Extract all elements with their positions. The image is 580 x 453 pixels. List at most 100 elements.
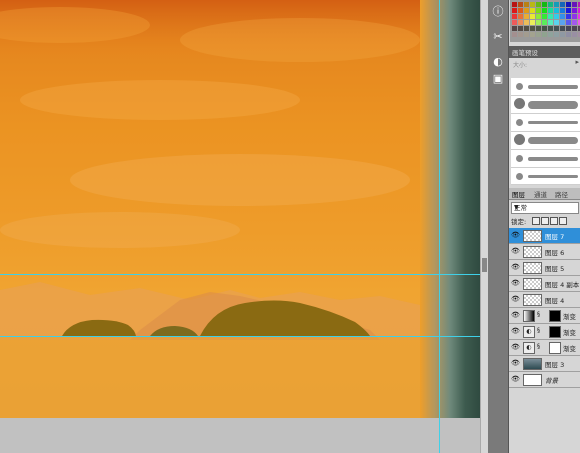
color-swatch[interactable]	[560, 8, 565, 13]
lock-position-icon[interactable]	[550, 217, 558, 225]
color-swatch[interactable]	[530, 26, 535, 31]
color-swatch[interactable]	[554, 32, 559, 37]
color-swatch[interactable]	[530, 8, 535, 13]
color-swatch[interactable]	[530, 20, 535, 25]
color-swatch[interactable]	[566, 2, 571, 7]
layer-row[interactable]: 👁 图层 6	[509, 244, 580, 260]
color-swatch[interactable]	[536, 32, 541, 37]
color-swatch[interactable]	[518, 8, 523, 13]
lock-transparency-icon[interactable]	[532, 217, 540, 225]
layer-row[interactable]: 👁 ◐ § 渐变	[509, 340, 580, 356]
brush-preset[interactable]	[511, 96, 580, 114]
color-swatch[interactable]	[554, 8, 559, 13]
color-swatch[interactable]	[572, 2, 577, 7]
layer-row[interactable]: 👁 图层 7	[509, 228, 580, 244]
visibility-eye-icon[interactable]: 👁	[511, 279, 520, 287]
color-swatch[interactable]	[512, 32, 517, 37]
color-swatch[interactable]	[554, 26, 559, 31]
color-swatch[interactable]	[548, 26, 553, 31]
color-swatch[interactable]	[512, 8, 517, 13]
color-swatch[interactable]	[566, 14, 571, 19]
color-swatch[interactable]	[566, 26, 571, 31]
color-swatch[interactable]	[536, 2, 541, 7]
color-swatch[interactable]	[530, 32, 535, 37]
layer-row[interactable]: 👁 § 渐变	[509, 308, 580, 324]
palette-icon[interactable]: ◐	[491, 55, 505, 69]
color-swatch[interactable]	[560, 20, 565, 25]
color-swatch[interactable]	[566, 32, 571, 37]
color-swatch[interactable]	[518, 2, 523, 7]
brush-preset[interactable]	[511, 132, 580, 150]
brush-preset[interactable]	[511, 150, 580, 168]
color-swatch[interactable]	[548, 8, 553, 13]
layer-row[interactable]: 👁 图层 4	[509, 292, 580, 308]
visibility-eye-icon[interactable]: 👁	[511, 247, 520, 255]
color-swatch[interactable]	[518, 14, 523, 19]
color-swatch[interactable]	[554, 14, 559, 19]
color-swatch[interactable]	[524, 2, 529, 7]
tab-channels[interactable]: 通道	[534, 189, 547, 199]
color-swatch[interactable]	[512, 14, 517, 19]
visibility-eye-icon[interactable]: 👁	[511, 311, 520, 319]
tab-paths[interactable]: 路径	[555, 189, 568, 199]
visibility-eye-icon[interactable]: 👁	[511, 263, 520, 271]
tab-layers[interactable]: 图层	[512, 189, 525, 199]
color-swatch[interactable]	[542, 14, 547, 19]
color-swatch[interactable]	[548, 20, 553, 25]
layer-row[interactable]: 👁 图层 5	[509, 260, 580, 276]
color-swatch[interactable]	[560, 26, 565, 31]
color-swatch[interactable]	[542, 32, 547, 37]
color-swatch[interactable]	[560, 32, 565, 37]
lock-all-icon[interactable]	[559, 217, 567, 225]
color-swatch[interactable]	[572, 32, 577, 37]
color-swatch[interactable]	[536, 8, 541, 13]
color-swatch[interactable]	[518, 32, 523, 37]
color-swatch[interactable]	[542, 26, 547, 31]
brush-preset[interactable]	[511, 114, 580, 132]
info-icon[interactable]: ⓘ	[491, 5, 505, 19]
brush-preset[interactable]	[511, 168, 580, 185]
document-canvas-area[interactable]	[0, 0, 488, 453]
lock-pixels-icon[interactable]	[541, 217, 549, 225]
visibility-eye-icon[interactable]: 👁	[511, 295, 520, 303]
color-swatch[interactable]	[554, 20, 559, 25]
color-swatch[interactable]	[512, 26, 517, 31]
visibility-eye-icon[interactable]: 👁	[511, 375, 520, 383]
color-swatch[interactable]	[518, 20, 523, 25]
screen-icon[interactable]: ▣	[491, 72, 505, 86]
brush-preset[interactable]	[511, 78, 580, 96]
color-swatch[interactable]	[560, 14, 565, 19]
color-swatches[interactable]	[510, 0, 580, 42]
color-swatch[interactable]	[530, 14, 535, 19]
color-swatch[interactable]	[524, 20, 529, 25]
color-swatch[interactable]	[566, 8, 571, 13]
scissors-icon[interactable]: ✂	[491, 30, 505, 44]
color-swatch[interactable]	[536, 14, 541, 19]
guide-line-vertical[interactable]	[439, 0, 440, 453]
guide-line-horizontal[interactable]	[0, 274, 480, 275]
layer-row[interactable]: 👁 ◐ § 渐变	[509, 324, 580, 340]
color-swatch[interactable]	[524, 14, 529, 19]
color-swatch[interactable]	[548, 32, 553, 37]
brush-menu-icon[interactable]: ▸	[575, 58, 579, 66]
color-swatch[interactable]	[542, 20, 547, 25]
layer-row[interactable]: 👁 图层 4 副本	[509, 276, 580, 292]
document-canvas[interactable]	[0, 0, 480, 418]
color-swatch[interactable]	[572, 8, 577, 13]
layer-row[interactable]: 👁 背景	[509, 372, 580, 388]
color-swatch[interactable]	[524, 26, 529, 31]
color-swatch[interactable]	[512, 2, 517, 7]
color-swatch[interactable]	[572, 26, 577, 31]
blend-mode-select[interactable]: 正常 ▼	[511, 202, 579, 214]
color-swatch[interactable]	[572, 20, 577, 25]
color-swatch[interactable]	[572, 14, 577, 19]
brush-presets-tab[interactable]: 画笔预设	[509, 46, 580, 58]
color-swatch[interactable]	[554, 2, 559, 7]
visibility-eye-icon[interactable]: 👁	[511, 343, 520, 351]
visibility-eye-icon[interactable]: 👁	[511, 327, 520, 335]
color-swatch[interactable]	[530, 2, 535, 7]
color-swatch[interactable]	[542, 8, 547, 13]
color-swatch[interactable]	[536, 20, 541, 25]
color-swatch[interactable]	[542, 2, 547, 7]
color-swatch[interactable]	[518, 26, 523, 31]
